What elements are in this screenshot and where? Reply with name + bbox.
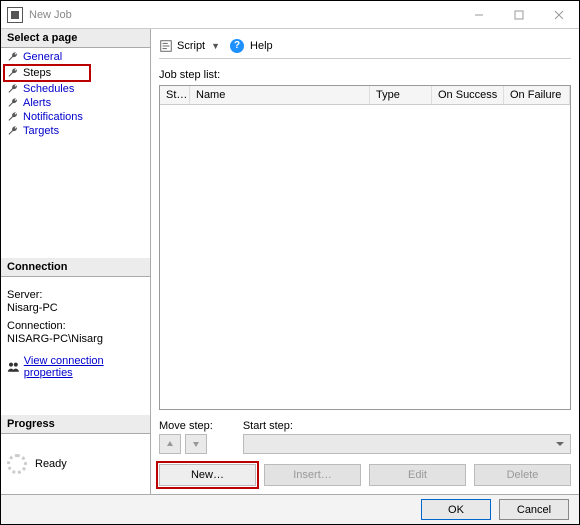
view-connection-properties-link[interactable]: View connection properties — [24, 355, 144, 379]
nav-label: Targets — [23, 125, 59, 137]
script-dropdown[interactable]: ▼ — [211, 41, 220, 51]
nav-label: Steps — [23, 67, 51, 79]
nav-alerts[interactable]: Alerts — [5, 96, 146, 110]
wrench-icon — [7, 83, 19, 95]
footer: OK Cancel — [1, 494, 579, 524]
wrench-icon — [7, 125, 19, 137]
left-panel: Select a page General Steps Schedules Al… — [1, 29, 151, 494]
titlebar: New Job — [1, 1, 579, 29]
people-icon — [7, 360, 20, 374]
toolbar: Script ▼ ? Help — [159, 33, 571, 59]
arrow-down-icon — [191, 439, 201, 449]
move-up-button[interactable] — [159, 434, 181, 454]
cancel-button[interactable]: Cancel — [499, 499, 569, 520]
arrow-up-icon — [165, 439, 175, 449]
insert-button: Insert… — [264, 464, 361, 486]
nav-label: Notifications — [23, 111, 83, 123]
col-st[interactable]: St… — [160, 86, 190, 104]
progress-status: Ready — [35, 458, 67, 470]
close-button[interactable] — [539, 1, 579, 29]
col-name[interactable]: Name — [190, 86, 370, 104]
connection-label: Connection: — [7, 320, 144, 332]
wrench-icon — [7, 111, 19, 123]
progress-block: Ready — [1, 434, 150, 494]
spinner-icon — [7, 454, 27, 474]
nav-steps[interactable]: Steps — [3, 64, 91, 82]
select-page-header: Select a page — [1, 29, 150, 48]
nav-targets[interactable]: Targets — [5, 124, 146, 138]
nav-notifications[interactable]: Notifications — [5, 110, 146, 124]
progress-header: Progress — [1, 415, 150, 434]
edit-button: Edit — [369, 464, 466, 486]
page-nav-list: General Steps Schedules Alerts Notificat… — [1, 48, 150, 140]
connection-header: Connection — [1, 258, 150, 277]
col-on-success[interactable]: On Success — [432, 86, 504, 104]
connection-block: Server: Nisarg-PC Connection: NISARG-PC\… — [1, 277, 150, 385]
move-down-button[interactable] — [185, 434, 207, 454]
wrench-icon — [7, 67, 19, 79]
delete-button: Delete — [474, 464, 571, 486]
connection-value: NISARG-PC\Nisarg — [7, 333, 144, 345]
nav-general[interactable]: General — [5, 50, 146, 64]
help-icon: ? — [230, 39, 244, 53]
col-on-failure[interactable]: On Failure — [504, 86, 570, 104]
move-step-label: Move step: — [159, 420, 213, 432]
script-icon — [159, 39, 173, 53]
maximize-button[interactable] — [499, 1, 539, 29]
script-button[interactable]: Script — [177, 40, 205, 52]
wrench-icon — [7, 51, 19, 63]
start-step-label: Start step: — [243, 420, 571, 432]
server-value: Nisarg-PC — [7, 302, 144, 314]
job-step-list[interactable]: St… Name Type On Success On Failure — [159, 85, 571, 410]
ok-button[interactable]: OK — [421, 499, 491, 520]
col-type[interactable]: Type — [370, 86, 432, 104]
help-button[interactable]: Help — [250, 40, 273, 52]
right-panel: Script ▼ ? Help Job step list: St… Name … — [151, 29, 579, 494]
app-icon — [7, 7, 23, 23]
nav-label: Schedules — [23, 83, 74, 95]
job-step-list-label: Job step list: — [159, 69, 571, 81]
server-label: Server: — [7, 289, 144, 301]
nav-label: General — [23, 51, 62, 63]
wrench-icon — [7, 97, 19, 109]
list-header: St… Name Type On Success On Failure — [160, 86, 570, 105]
new-button[interactable]: New… — [159, 464, 256, 486]
window-title: New Job — [29, 9, 459, 21]
minimize-button[interactable] — [459, 1, 499, 29]
nav-label: Alerts — [23, 97, 51, 109]
nav-schedules[interactable]: Schedules — [5, 82, 146, 96]
start-step-select[interactable] — [243, 434, 571, 454]
